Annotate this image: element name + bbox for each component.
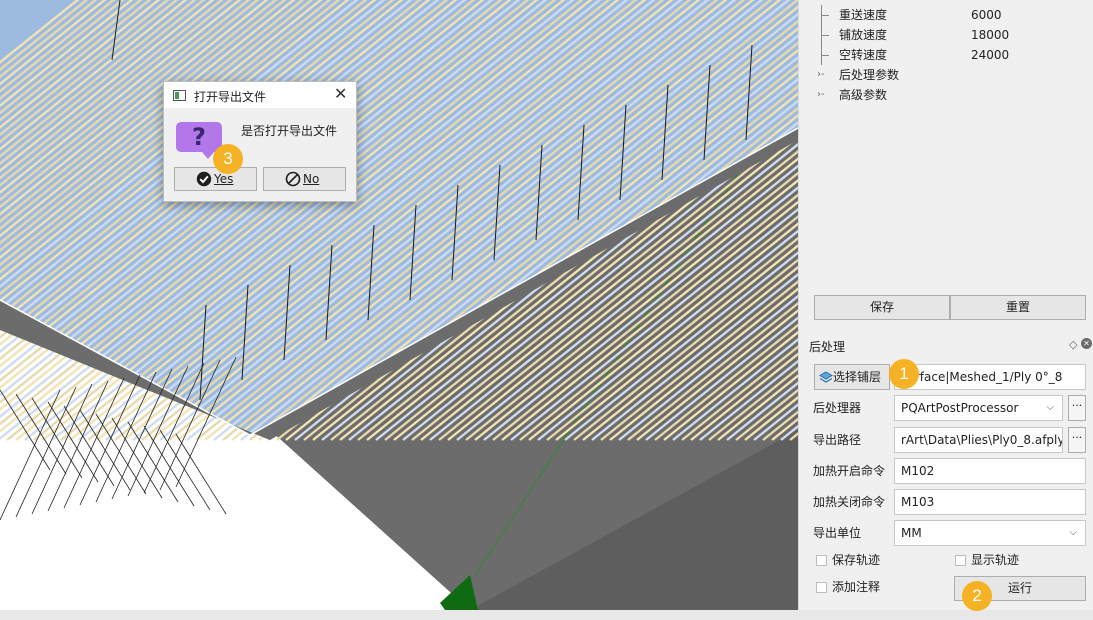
add-comment-checkbox[interactable] <box>816 582 827 593</box>
processor-value: PQArtPostProcessor <box>901 401 1019 415</box>
processor-select[interactable]: PQArtPostProcessor ⌵ <box>894 395 1063 421</box>
prohibited-icon <box>285 171 301 187</box>
toolpath-line <box>127 421 179 503</box>
status-bar <box>0 610 1093 620</box>
show-track-label: 显示轨迹 <box>971 553 1020 567</box>
callout-badge-1: 1 <box>889 359 919 389</box>
chevron-down-icon: ⌵ <box>1069 527 1077 538</box>
3d-viewport[interactable] <box>0 0 798 610</box>
chevron-right-icon[interactable]: ›- <box>817 65 827 85</box>
tree-row-layup-speed[interactable]: 铺放速度 18000 <box>799 25 1093 45</box>
param-name: 重送速度 <box>839 8 888 22</box>
tree-row-feed-speed[interactable]: 重送速度 6000 <box>799 5 1093 25</box>
select-ply-label: 选择铺层 <box>833 370 882 384</box>
no-button[interactable]: No <box>263 167 346 191</box>
unit-label: 导出单位 <box>813 526 862 540</box>
select-ply-button[interactable]: 选择铺层 <box>814 364 890 390</box>
question-icon: ? <box>176 122 222 159</box>
tree-group-postprocess-params[interactable]: ›- 后处理参数 <box>799 65 1093 85</box>
export-path-field[interactable]: rArt\Data\Plies\Ply0_8.afply <box>894 427 1063 453</box>
dialog-body: ? 是否打开导出文件 Yes No <box>164 108 356 201</box>
param-name: 铺放速度 <box>839 28 888 42</box>
chevron-right-icon[interactable]: ›- <box>817 85 827 105</box>
show-track-checkbox[interactable] <box>955 555 966 566</box>
tree-row-idle-speed[interactable]: 空转速度 24000 <box>799 45 1093 65</box>
pin-icon[interactable]: ◇ <box>1069 338 1077 351</box>
save-track-label: 保存轨迹 <box>832 553 881 567</box>
group-name: 后处理参数 <box>839 68 900 82</box>
app-icon <box>173 90 186 101</box>
toolpath-line <box>159 429 211 511</box>
toolpath-line <box>0 389 51 471</box>
dialog-message: 是否打开导出文件 <box>241 124 338 138</box>
param-value[interactable]: 24000 <box>971 45 1009 65</box>
export-path-label: 导出路径 <box>813 433 862 447</box>
processor-label: 后处理器 <box>813 401 862 415</box>
layup-scene[interactable] <box>0 0 798 610</box>
toolpath-line <box>15 386 77 518</box>
toolpath-line <box>79 409 131 491</box>
unit-select[interactable]: MM ⌵ <box>894 520 1086 546</box>
param-value[interactable]: 6000 <box>971 5 1002 25</box>
param-value[interactable]: 18000 <box>971 25 1009 45</box>
unit-value: MM <box>901 526 922 540</box>
browse-path-button[interactable]: ··· <box>1068 427 1086 453</box>
save-button[interactable]: 保存 <box>814 295 950 320</box>
callout-badge-3: 3 <box>213 144 243 174</box>
processor-more-button[interactable]: ··· <box>1068 395 1086 421</box>
group-name: 高级参数 <box>839 88 888 102</box>
section-title: 后处理 <box>809 340 846 354</box>
toolpath-line <box>175 433 227 515</box>
reset-button[interactable]: 重置 <box>950 295 1086 320</box>
dialog-titlebar[interactable]: 打开导出文件 ✕ <box>164 82 356 108</box>
check-circle-icon <box>196 171 212 187</box>
close-icon[interactable]: ✕ <box>334 85 347 103</box>
selected-ply-field[interactable]: surface|Meshed_1/Ply 0°_8 <box>894 364 1086 390</box>
param-name: 空转速度 <box>839 48 888 62</box>
close-panel-icon[interactable]: ✕ <box>1081 338 1092 349</box>
add-comment-label: 添加注释 <box>832 580 881 594</box>
callout-badge-2: 2 <box>962 581 992 611</box>
layers-icon <box>819 369 833 383</box>
heat-on-field[interactable]: M102 <box>894 458 1086 484</box>
heat-off-label: 加热关闭命令 <box>813 495 886 509</box>
heat-on-label: 加热开启命令 <box>813 464 886 478</box>
dialog-title: 打开导出文件 <box>194 90 267 104</box>
open-export-dialog: 打开导出文件 ✕ ? 是否打开导出文件 Yes No <box>163 81 357 202</box>
chevron-down-icon: ⌵ <box>1046 402 1054 413</box>
save-track-checkbox[interactable] <box>816 555 827 566</box>
heat-off-field[interactable]: M103 <box>894 489 1086 515</box>
no-label: No <box>303 172 320 186</box>
tree-group-advanced-params[interactable]: ›- 高级参数 <box>799 85 1093 105</box>
toolpath-line <box>47 401 99 483</box>
property-panel: 重送速度 6000 铺放速度 18000 空转速度 24000 ›- 后处理参数… <box>798 0 1093 610</box>
yes-button[interactable]: Yes <box>174 167 257 191</box>
